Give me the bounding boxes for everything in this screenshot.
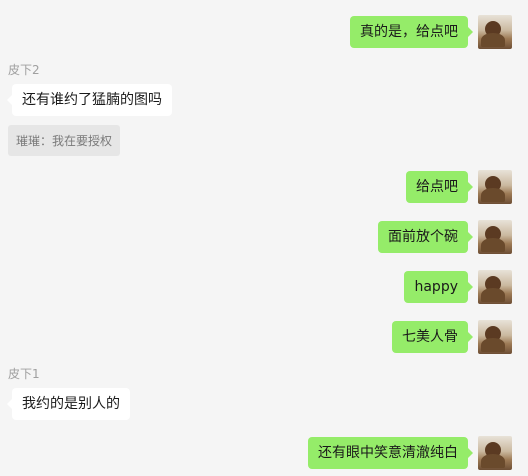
message-bubble-outgoing[interactable]: happy: [404, 271, 473, 303]
avatar-body-shape: [481, 338, 505, 352]
message-text: 还有谁约了猛腩的图吗: [22, 92, 162, 108]
avatar-body-shape: [481, 33, 505, 47]
message-text: happy: [414, 279, 458, 295]
chat-window: 真的是，给点吧 皮下2 还有谁约了猛腩的图吗 璀璀：我在要授权 给点吧 面前放个…: [0, 0, 528, 476]
message-bubble-incoming[interactable]: 还有谁约了猛腩的图吗: [7, 84, 172, 116]
avatar-body-shape: [481, 238, 505, 252]
avatar[interactable]: [478, 15, 512, 49]
avatar[interactable]: [478, 320, 512, 354]
message-text: 七美人骨: [402, 329, 458, 345]
message-text: 还有眼中笑意清澈纯白: [318, 445, 458, 461]
avatar[interactable]: [478, 270, 512, 304]
avatar-body-shape: [481, 188, 505, 202]
message-text: 我约的是别人的: [22, 396, 120, 412]
message-bubble-outgoing[interactable]: 还有眼中笑意清澈纯白: [308, 437, 473, 469]
message-bubble-outgoing[interactable]: 七美人骨: [392, 321, 473, 353]
message-bubble-outgoing[interactable]: 给点吧: [406, 171, 473, 203]
avatar[interactable]: [478, 220, 512, 254]
avatar-body-shape: [481, 454, 505, 468]
message-text: 面前放个碗: [388, 229, 458, 245]
avatar-body-shape: [481, 288, 505, 302]
quoted-reply[interactable]: 璀璀：我在要授权: [8, 125, 121, 156]
sender-name: 皮下2: [8, 63, 40, 77]
message-text: 给点吧: [416, 179, 458, 195]
avatar[interactable]: [478, 170, 512, 204]
avatar[interactable]: [478, 436, 512, 470]
sender-name: 皮下1: [8, 367, 40, 381]
message-text: 真的是，给点吧: [360, 24, 458, 40]
message-bubble-outgoing[interactable]: 真的是，给点吧: [350, 16, 473, 48]
message-bubble-incoming[interactable]: 我约的是别人的: [7, 388, 130, 420]
message-bubble-outgoing[interactable]: 面前放个碗: [378, 221, 473, 253]
